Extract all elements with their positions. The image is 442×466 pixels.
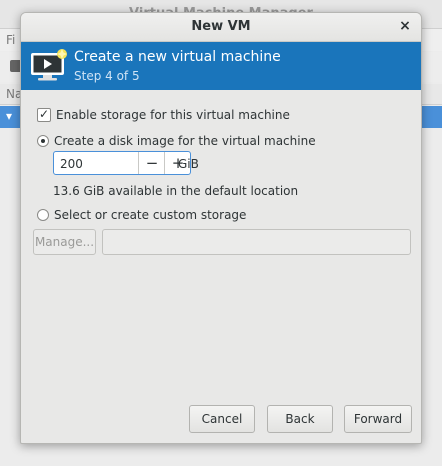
available-space-label: 13.6 GiB available in the default locati… (53, 184, 299, 198)
disk-size-spinbutton[interactable]: 200 − + (53, 151, 191, 175)
custom-storage-label[interactable]: Select or create custom storage (54, 208, 246, 222)
create-disk-radio[interactable] (37, 135, 49, 147)
wizard-title: Create a new virtual machine (74, 49, 281, 65)
enable-storage-checkbox[interactable]: ✓ (37, 107, 51, 122)
dialog-title: New VM (191, 19, 251, 34)
decrease-button[interactable]: − (138, 152, 165, 174)
enable-storage-label[interactable]: Enable storage for this virtual machine (56, 108, 290, 122)
close-button[interactable]: × (396, 17, 414, 35)
disk-size-unit: GiB (178, 157, 199, 171)
checkmark-icon: ✓ (39, 107, 50, 121)
disk-size-input[interactable]: 200 (60, 157, 83, 171)
cancel-button[interactable]: Cancel (189, 405, 255, 433)
vm-monitor-icon (31, 49, 67, 81)
expander-icon: ▾ (6, 109, 13, 123)
enable-storage-row[interactable]: ✓ Enable storage for this virtual machin… (37, 107, 290, 122)
wizard-header: Create a new virtual machine Step 4 of 5 (21, 42, 421, 90)
back-button[interactable]: Back (267, 405, 333, 433)
custom-storage-row[interactable]: Select or create custom storage (37, 208, 246, 222)
manage-button[interactable]: Manage... (33, 229, 96, 255)
create-disk-label[interactable]: Create a disk image for the virtual mach… (54, 134, 316, 148)
custom-storage-radio[interactable] (37, 209, 49, 221)
create-disk-row[interactable]: Create a disk image for the virtual mach… (37, 134, 316, 148)
custom-storage-path-input[interactable] (102, 229, 411, 255)
dialog-titlebar: New VM × (21, 13, 421, 42)
wizard-step: Step 4 of 5 (74, 69, 140, 83)
forward-button[interactable]: Forward (344, 405, 412, 433)
menu-file[interactable]: Fi (6, 33, 15, 47)
new-vm-dialog: New VM × Create a new virtual machine St… (20, 12, 422, 444)
